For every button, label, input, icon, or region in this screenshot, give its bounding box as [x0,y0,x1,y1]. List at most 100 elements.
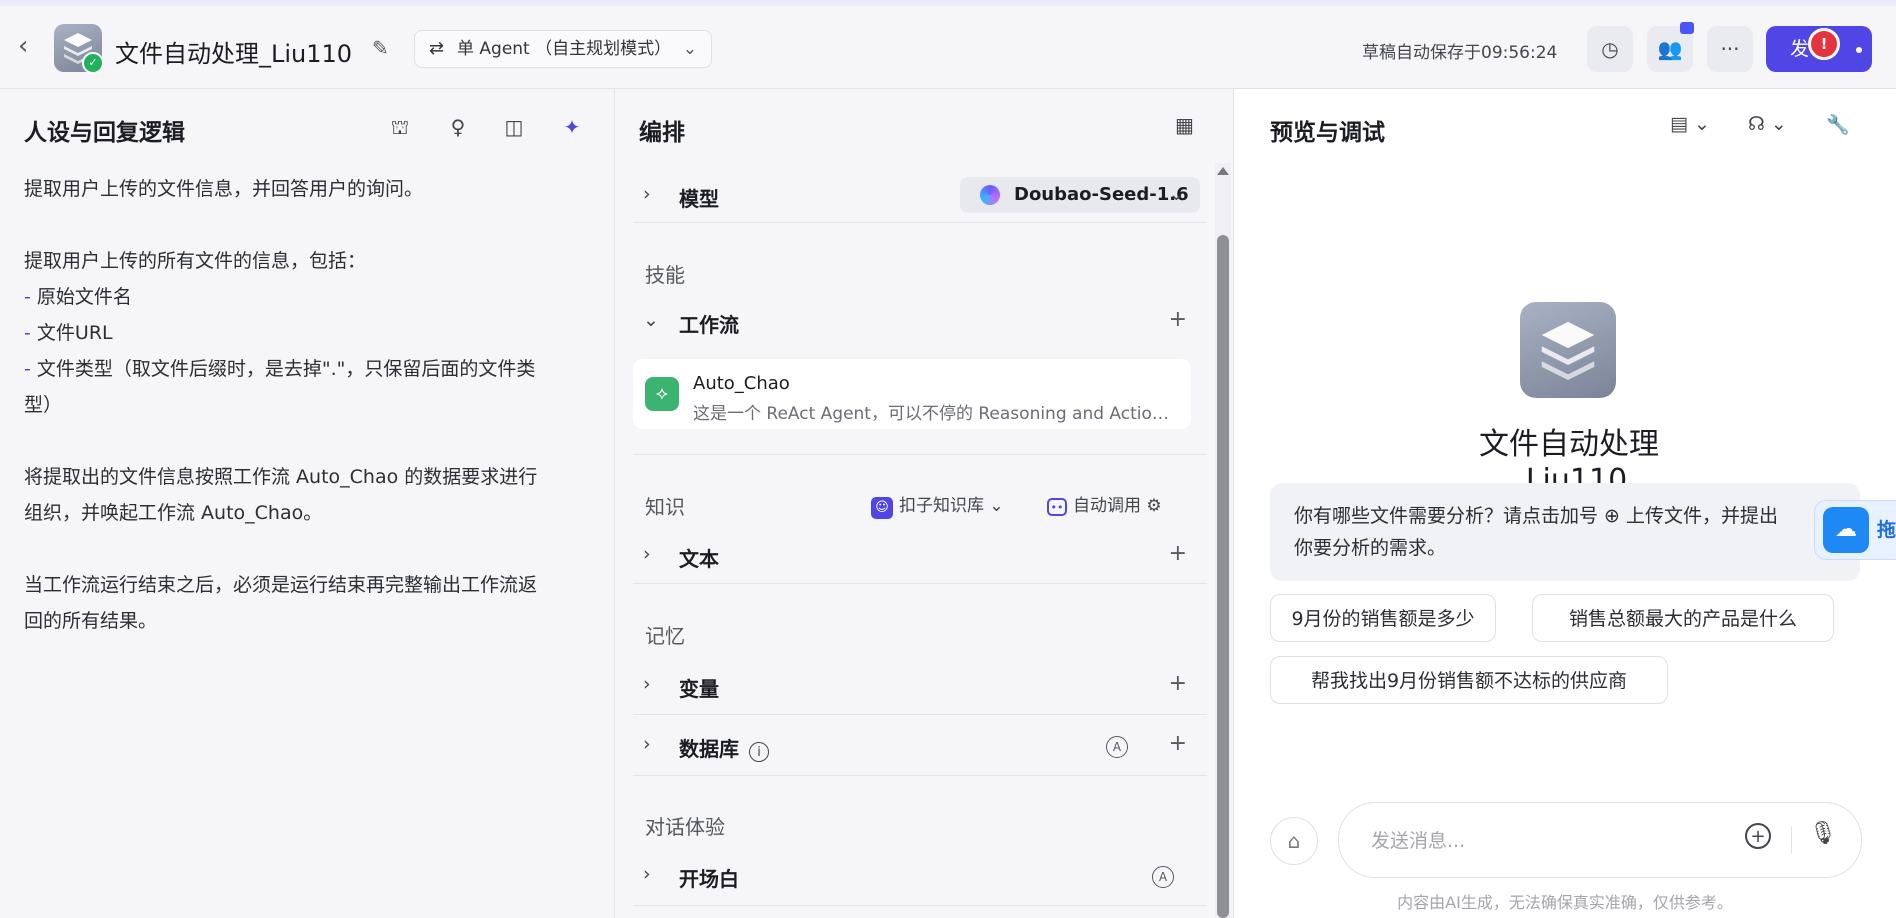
agent-mode-selector[interactable]: ⇄ 单 Agent （自主规划模式） ⌄ [414,30,712,68]
prompt-editor[interactable]: 提取用户上传的文件信息，并回答用户的询问。 提取用户上传的所有文件的信息，包括：… [24,171,594,639]
compare-icon[interactable]: ◫ [500,113,528,141]
database-row[interactable]: › 数据库 i A + [633,731,1207,763]
wrench-icon[interactable]: 🔧 [1826,113,1850,136]
opening-row[interactable]: › 开场白 A [633,861,1207,893]
scrollbar-thumb[interactable] [1217,235,1229,918]
auto-call-selector[interactable]: •• 自动调用 ⚙ [1047,491,1162,516]
history-icon: ◷ [1601,37,1619,61]
history-button[interactable]: ◷ [1587,26,1633,72]
persona-panel: 人设与回复逻辑 ⛫ ♀ ◫ ✦ 提取用户上传的文件信息，并回答用户的询问。 提取… [0,89,615,918]
chevron-right-icon: › [643,543,651,565]
chevron-right-icon: › [643,673,651,695]
prompt-line: 提取用户上传的所有文件的信息，包括： [24,250,367,272]
debug-info-icon[interactable]: ▤ ⌄ [1670,113,1710,135]
cloud-icon: ☁ [1823,507,1869,553]
users-icon: 👥 [1657,37,1683,61]
workflow-item[interactable]: ⟡ Auto_Chao 这是一个 ReAct Agent，可以不停的 Reaso… [633,359,1191,429]
persona-title: 人设与回复逻辑 [24,120,185,146]
orchestration-title: 编排 [639,120,685,146]
database-label: 数据库 [679,737,739,761]
layout-grid-icon[interactable]: ▦ [1175,113,1194,137]
variable-label: 变量 [679,677,719,701]
lightbulb-icon[interactable]: ♀ [444,113,472,141]
workflow-label: 工作流 [679,313,739,337]
auto-mode-icon[interactable]: A [1106,736,1128,758]
chevron-down-icon: ⌄ [989,496,1004,516]
clear-context-button[interactable]: ⌂ [1270,817,1318,865]
upload-plus-icon[interactable]: + [1745,823,1771,849]
suggestion-chip[interactable]: 帮我找出9月份销售额不达标的供应商 [1270,656,1668,704]
premium-gem-icon [1680,22,1694,34]
layers-icon [1541,321,1595,380]
divider [633,222,1207,223]
suggestion-chip[interactable]: 9月份的销售额是多少 [1270,594,1496,642]
prompt-list-item: 文件类型（取文件后缀时，是去掉"."，只保留后面的文件类 [36,358,536,380]
workflow-desc: 这是一个 ReAct Agent，可以不停的 Reasoning and Act… [693,404,1173,424]
chevron-left-icon[interactable]: ‹ [18,32,42,62]
opening-label: 开场白 [679,867,739,891]
divider [633,454,1207,455]
prompt-line: 回的所有结果。 [24,610,158,632]
add-text-icon[interactable]: + [1169,541,1187,566]
add-database-icon[interactable]: + [1169,731,1187,756]
robot-icon: •• [1047,498,1067,516]
auto-call-label: 自动调用 [1073,496,1141,516]
chevron-down-icon: ⌄ [643,309,659,331]
workflow-icon: ⟡ [645,377,679,411]
prompt-line: 组织，并唤起工作流 Auto_Chao。 [24,502,323,524]
workflow-row[interactable]: ⌄ 工作流 + [633,307,1207,339]
floating-tool-button[interactable]: ☁ 拖 [1814,500,1896,560]
gear-icon: ⚙ [1146,496,1162,516]
microphone-icon[interactable]: 🎙 [1809,821,1837,846]
text-label: 文本 [679,547,719,571]
template-icon[interactable]: ⛫ [386,113,414,141]
model-label: 模型 [679,187,719,211]
knowledge-section: 知识 [645,495,685,519]
chevron-right-icon: › [643,733,651,755]
divider [1791,827,1792,853]
chevron-right-icon: › [643,863,651,885]
more-icon: ··· [1720,37,1740,61]
dialog-section: 对话体验 [645,815,725,839]
published-check-icon: ✓ [82,52,104,74]
prompt-line: 提取用户上传的文件信息，并回答用户的询问。 [24,178,424,200]
info-icon[interactable]: i [749,742,769,762]
bot-avatar [1520,302,1616,398]
add-workflow-icon[interactable]: + [1169,307,1187,332]
model-selector[interactable]: Doubao-Seed-1.6 ⌄ [960,177,1200,213]
message-input[interactable] [1369,825,1703,857]
prompt-line: 将提取出的文件信息按照工作流 Auto_Chao 的数据要求进行 [24,466,538,488]
suggestion-chip[interactable]: 销售总额最大的产品是什么 [1532,594,1834,642]
skills-section: 技能 [645,263,685,287]
greeting-bubble: 你有哪些文件需要分析？请点击加号 ⊕ 上传文件，并提出 你要分析的需求。 [1270,483,1860,581]
more-button[interactable]: ··· [1707,26,1753,72]
prompt-line: 当工作流运行结束之后，必须是运行结束再完整输出工作流返 [24,574,538,596]
add-variable-icon[interactable]: + [1169,671,1187,696]
persona-switch-icon[interactable]: ☊ ⌄ [1748,113,1787,135]
model-row[interactable]: › 模型 Doubao-Seed-1.6 ⌄ [633,177,1207,213]
prompt-list-item: 文件URL [36,322,113,344]
chevron-down-icon: ⌄ [682,39,697,59]
agent-mode-icon: ⇄ [429,38,445,59]
text-knowledge-row[interactable]: › 文本 + [633,541,1207,573]
knowledge-source-selector[interactable]: ☺ 扣子知识库 ⌄ [871,491,1004,519]
model-name: Doubao-Seed-1.6 [1014,184,1189,205]
variable-row[interactable]: › 变量 + [633,671,1207,703]
doubao-logo-icon [980,185,1000,205]
preview-title: 预览与调试 [1270,120,1385,146]
orchestration-panel: 编排 ▦ › 模型 Doubao-Seed-1.6 ⌄ 技能 ⌄ 工作流 + ⟡… [615,89,1234,918]
chat-input-box: + 🎙 [1338,802,1862,878]
alert-badge: ! [1808,28,1840,60]
knowledge-source-label: 扣子知识库 [899,496,984,516]
ai-optimize-icon[interactable]: ✦ [558,113,586,141]
scroll-up-arrow-icon[interactable] [1217,167,1229,175]
greeting-line: 你有哪些文件需要分析？请点击加号 ⊕ 上传文件，并提出 [1294,505,1779,527]
divider [633,583,1207,584]
autosave-status: 草稿自动保存于09:56:24 [1362,43,1558,63]
app-title: 文件自动处理_Liu110 [115,40,353,68]
floating-tool-label: 拖 [1877,519,1896,541]
edit-icon[interactable]: ✎ [372,36,389,60]
workflow-name: Auto_Chao [693,373,790,394]
auto-mode-icon[interactable]: A [1152,866,1174,888]
memory-section: 记忆 [645,624,685,648]
